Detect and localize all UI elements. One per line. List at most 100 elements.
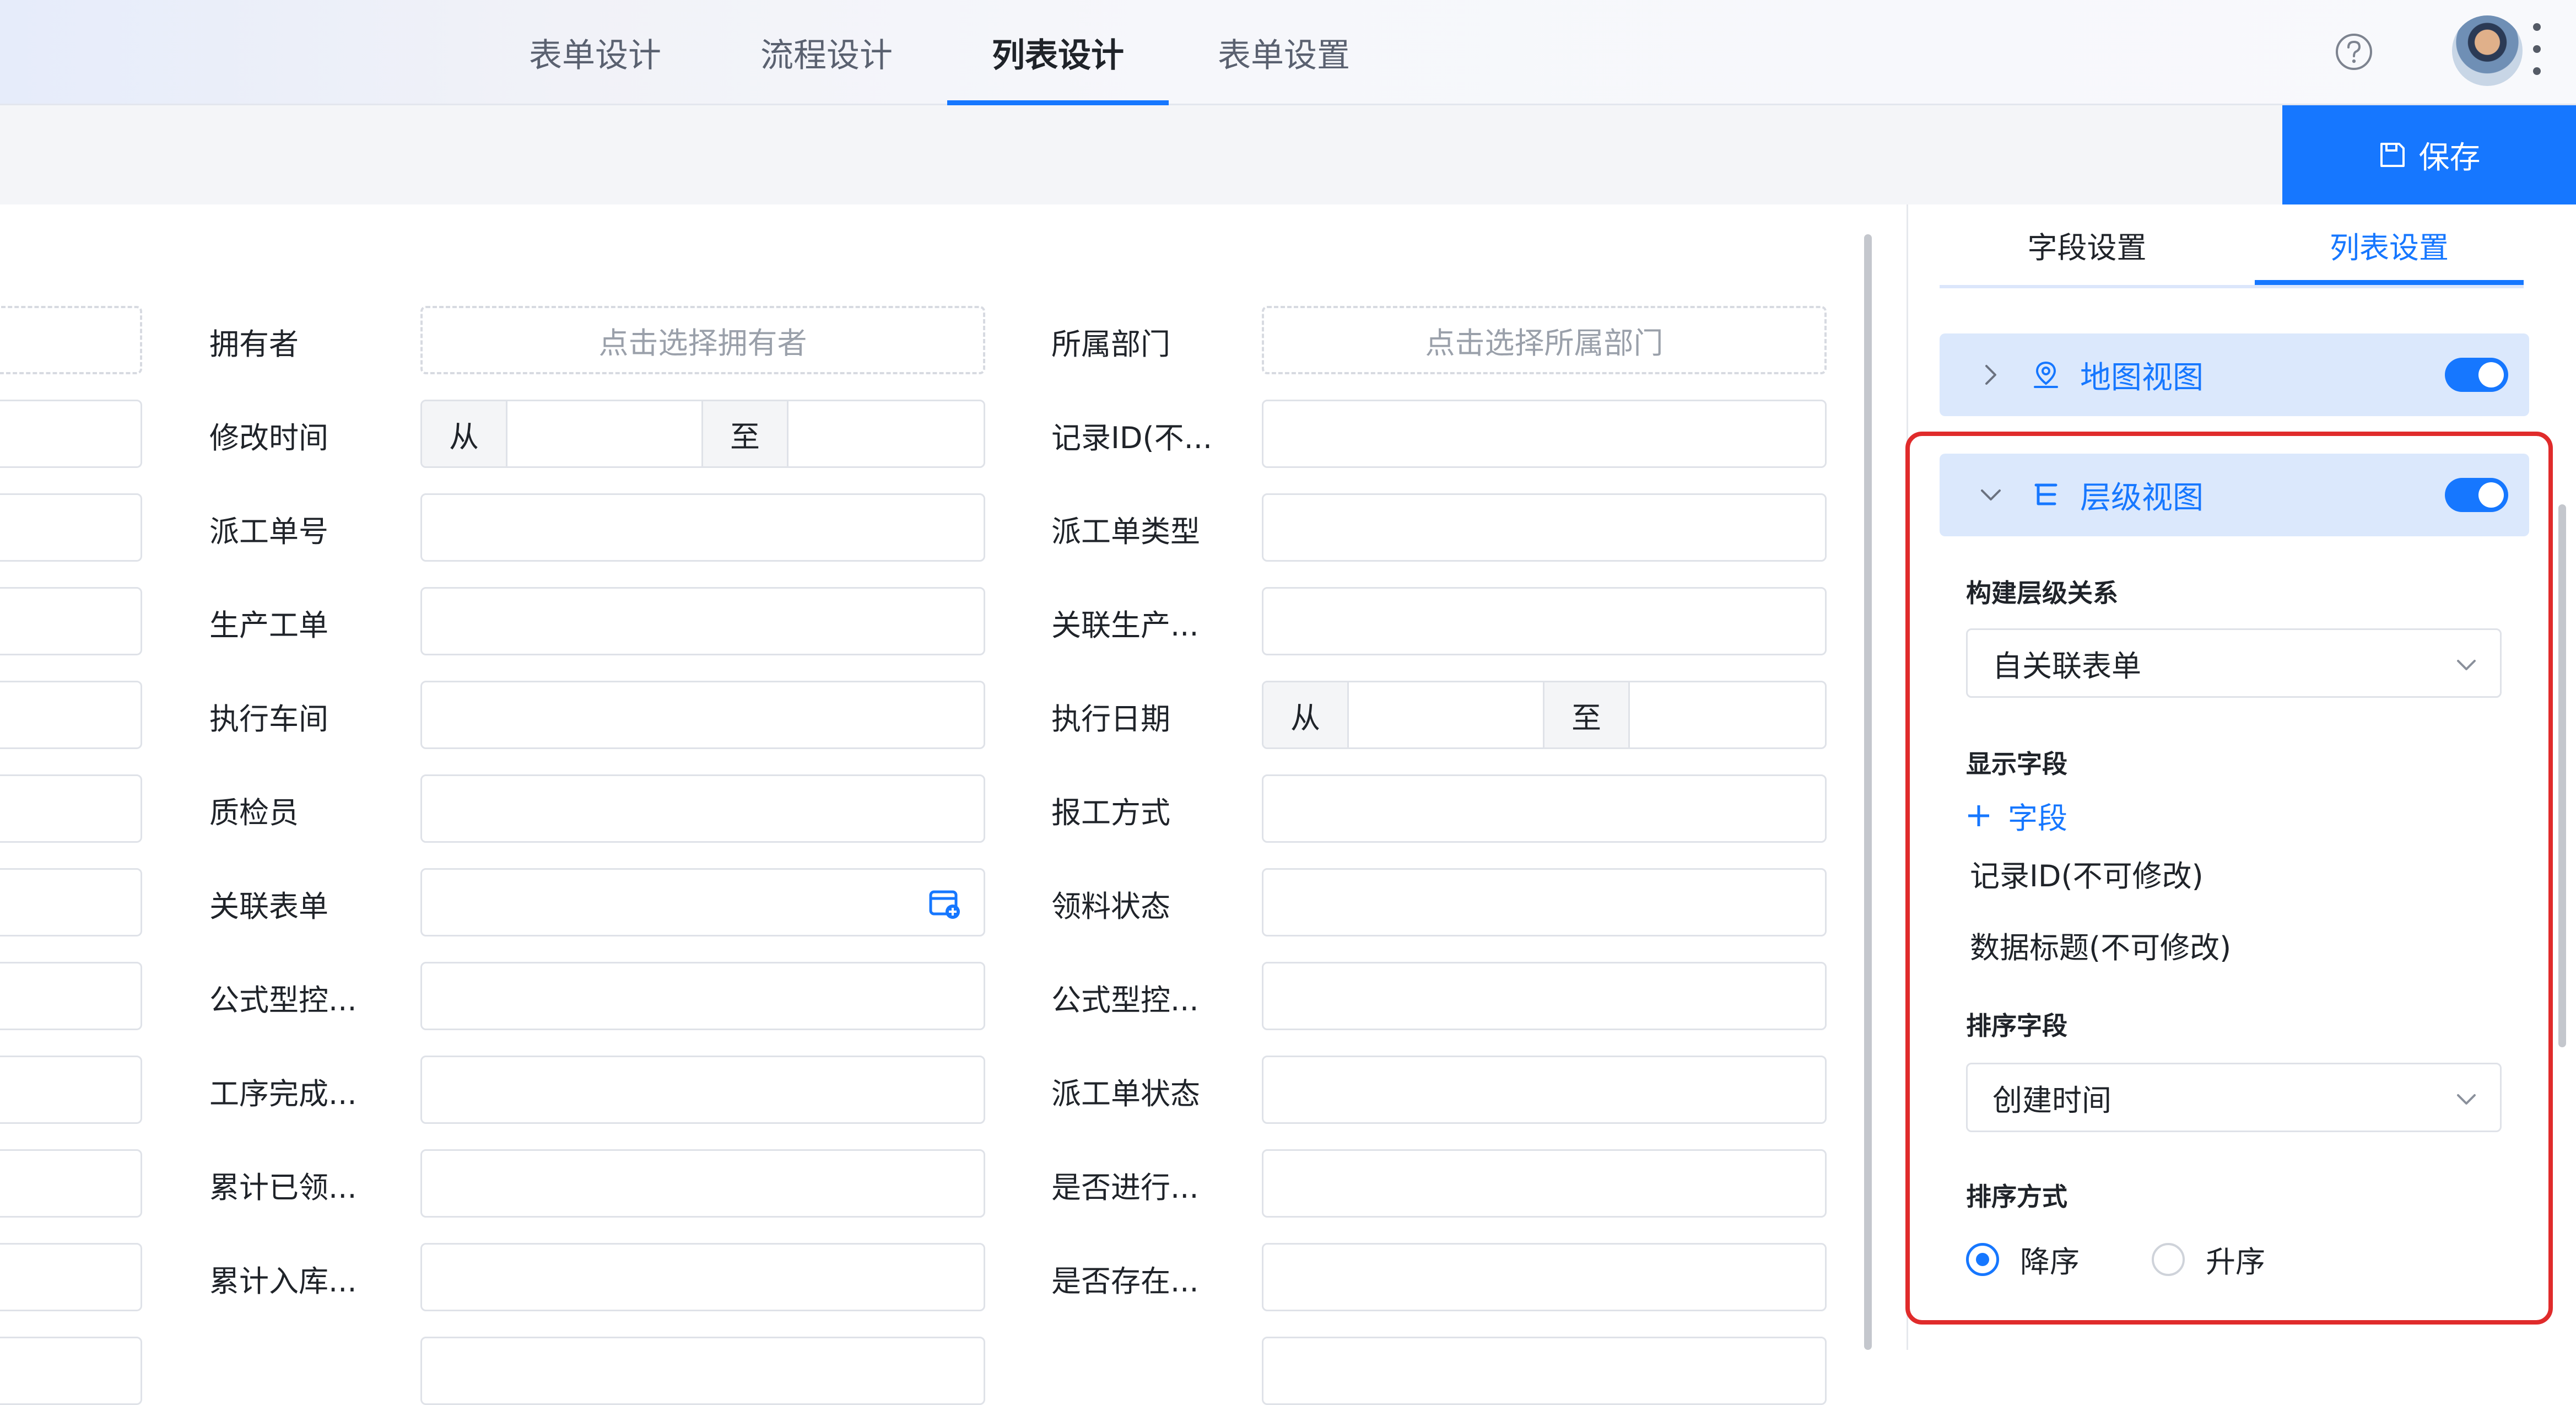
field-label: 修改时间 <box>209 420 328 455</box>
text-field[interactable] <box>420 587 985 655</box>
text-field[interactable] <box>420 1149 985 1218</box>
left-partial-field[interactable] <box>0 1149 142 1218</box>
build-relation-label: 构建层级关系 <box>1966 578 2118 608</box>
tab-flow-design[interactable]: 流程设计 <box>727 0 926 105</box>
field-label: 关联表单 <box>209 889 328 924</box>
exec-date-range[interactable]: 从 至 <box>1262 681 1827 749</box>
left-partial-field[interactable] <box>0 1337 142 1405</box>
modified-time-range[interactable]: 从 至 <box>420 400 985 468</box>
tree-view-toggle[interactable] <box>2445 478 2508 512</box>
related-form-icon[interactable] <box>927 886 963 922</box>
panel-scrollbar[interactable] <box>2558 504 2566 1047</box>
add-field-button[interactable]: 字段 <box>1966 794 2067 837</box>
more-vertical-icon[interactable] <box>2533 23 2541 78</box>
left-partial-field[interactable] <box>0 306 142 374</box>
text-field[interactable] <box>1262 1337 1827 1405</box>
sort-desc-option[interactable]: 降序 <box>1966 1237 2080 1281</box>
range-end-input[interactable] <box>1630 682 1825 747</box>
field-label: 派工单类型 <box>1051 514 1200 549</box>
left-partial-field[interactable] <box>0 493 142 562</box>
chevron-down-icon[interactable] <box>1978 482 2003 508</box>
form-scrollbar[interactable] <box>1864 234 1872 1350</box>
field-label: 公式型控... <box>1051 982 1199 1018</box>
text-field[interactable] <box>420 681 985 749</box>
range-start-input[interactable] <box>1349 682 1544 747</box>
map-view-title: 地图视图 <box>2080 359 2204 396</box>
text-field[interactable] <box>1262 1056 1827 1124</box>
help-circle-icon[interactable] <box>2334 32 2374 72</box>
left-partial-field[interactable] <box>0 1243 142 1311</box>
field-label: 是否存在... <box>1051 1263 1199 1299</box>
text-field[interactable] <box>420 493 985 562</box>
text-field[interactable] <box>1262 774 1827 843</box>
build-relation-select[interactable]: 自关联表单 <box>1966 628 2502 698</box>
sort-field-label: 排序字段 <box>1966 1011 2067 1041</box>
user-avatar[interactable] <box>2452 15 2523 86</box>
map-view-toggle[interactable] <box>2445 358 2508 392</box>
range-to-label: 至 <box>1544 682 1630 747</box>
sort-asc-option[interactable]: 升序 <box>2152 1237 2265 1281</box>
save-icon <box>2380 143 2405 167</box>
active-tab-indicator <box>947 100 1169 105</box>
sort-desc-label: 降序 <box>2020 1245 2080 1279</box>
tree-view-title: 层级视图 <box>2080 480 2204 516</box>
field-label: 派工单状态 <box>1051 1076 1200 1111</box>
tab-list-settings[interactable]: 列表设置 <box>2255 204 2524 285</box>
tab-form-design[interactable]: 表单设计 <box>496 0 694 105</box>
dept-selector[interactable]: 点击选择所属部门 <box>1262 306 1827 374</box>
left-partial-field[interactable] <box>0 681 142 749</box>
build-relation-value: 自关联表单 <box>1992 648 2141 683</box>
text-field[interactable] <box>1262 587 1827 655</box>
owner-selector[interactable]: 点击选择拥有者 <box>420 306 985 374</box>
owner-label: 拥有者 <box>209 326 299 362</box>
left-partial-field[interactable] <box>0 868 142 936</box>
sort-order-label: 排序方式 <box>1966 1182 2067 1212</box>
text-field[interactable] <box>420 1337 985 1405</box>
left-partial-field[interactable] <box>0 962 142 1030</box>
range-from-label: 从 <box>422 401 507 466</box>
text-field[interactable] <box>1262 868 1827 936</box>
radio-asc[interactable] <box>2152 1242 2185 1276</box>
map-view-section[interactable]: 地图视图 <box>1940 333 2529 416</box>
tab-form-settings[interactable]: 表单设置 <box>1185 0 1383 105</box>
tab-field-settings[interactable]: 字段设置 <box>1940 204 2234 285</box>
field-label: 公式型控... <box>209 982 357 1018</box>
text-field[interactable] <box>420 774 985 843</box>
text-field[interactable] <box>1262 1243 1827 1311</box>
add-field-label: 字段 <box>2008 801 2067 836</box>
text-field[interactable] <box>420 962 985 1030</box>
text-field[interactable] <box>1262 493 1827 562</box>
chevron-right-icon[interactable] <box>1978 362 2003 387</box>
range-start-input[interactable] <box>507 401 703 466</box>
field-label: 生产工单 <box>209 607 328 643</box>
radio-desc[interactable] <box>1966 1242 1999 1276</box>
panel-divider <box>1940 285 2524 288</box>
left-partial-field[interactable] <box>0 587 142 655</box>
text-field[interactable] <box>1262 962 1827 1030</box>
dept-label: 所属部门 <box>1051 326 1170 362</box>
sort-field-select[interactable]: 创建时间 <box>1966 1063 2502 1132</box>
left-partial-field[interactable] <box>0 400 142 468</box>
left-partial-field[interactable] <box>0 774 142 843</box>
text-field[interactable] <box>1262 1149 1827 1218</box>
toolbar <box>0 105 2576 204</box>
hierarchy-icon <box>2034 483 2057 505</box>
related-form-field[interactable] <box>420 868 985 936</box>
text-field[interactable] <box>420 1243 985 1311</box>
field-label: 工序完成... <box>209 1076 357 1111</box>
range-end-input[interactable] <box>789 401 984 466</box>
field-label: 是否进行... <box>1051 1170 1199 1205</box>
tree-view-section[interactable]: 层级视图 <box>1940 454 2529 536</box>
field-label: 记录ID(不... <box>1051 420 1213 455</box>
text-field[interactable] <box>1262 400 1827 468</box>
text-field[interactable] <box>420 1056 985 1124</box>
field-label: 派工单号 <box>209 514 328 549</box>
field-label: 累计已领... <box>209 1170 357 1205</box>
range-to-label: 至 <box>703 401 789 466</box>
panel-tab-indicator <box>2255 280 2524 285</box>
field-label: 执行日期 <box>1051 701 1170 736</box>
left-partial-field[interactable] <box>0 1056 142 1124</box>
field-label: 执行车间 <box>209 701 328 736</box>
tab-list-design[interactable]: 列表设计 <box>959 0 1157 105</box>
save-button[interactable]: 保存 <box>2282 105 2576 204</box>
